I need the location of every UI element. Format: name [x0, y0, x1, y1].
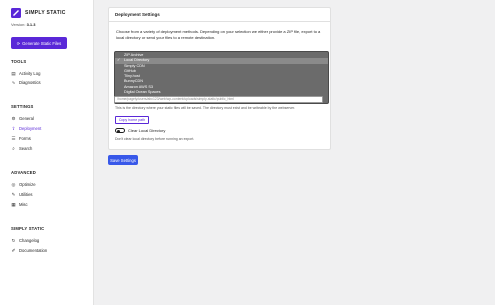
nav-diagnostics[interactable]: ∿ Diagnostics [11, 79, 41, 86]
migrate-icon: ⇪ [11, 125, 16, 131]
toggle-knob [117, 129, 120, 133]
nav-optimize[interactable]: ◎ Optimize [11, 181, 36, 188]
deployment-option[interactable]: Digital Ocean Spaces [115, 90, 328, 95]
deployment-option-label: Local Directory [124, 58, 150, 63]
nav-activity-log[interactable]: ▤ Activity Log [11, 70, 40, 77]
sidebar: SIMPLY STATIC Version: 3.1.3 ⟳ Generate … [0, 0, 94, 305]
update-icon: ↻ [11, 237, 16, 243]
grid-icon: ▦ [11, 201, 16, 207]
edit-icon: ✐ [11, 247, 16, 253]
panel-title: Deployment Settings [109, 8, 330, 22]
deployment-option-label: Digital Ocean Spaces [124, 90, 161, 95]
nav-utilities[interactable]: ✎ Utilities [11, 191, 33, 198]
section-simply-static: SIMPLY STATIC [11, 226, 45, 231]
local-directory-help: This is the directory where your static … [115, 106, 296, 110]
wrench-icon: ✎ [11, 191, 16, 197]
section-tools: TOOLS [11, 59, 27, 64]
deployment-option-label: Amazon AWS S3 [124, 84, 153, 89]
update-icon: ⟳ [16, 40, 21, 46]
copy-home-path-button[interactable]: Copy home path [115, 116, 149, 124]
generate-static-files-button[interactable]: ⟳ Generate Static Files [11, 37, 67, 49]
nav-forms[interactable]: ☰ Forms [11, 135, 30, 142]
clear-local-directory-help: Don't clear local directory before runni… [115, 137, 195, 141]
deployment-option-label: ZIP Archive [124, 53, 144, 57]
nav-deployment[interactable]: ⇪ Deployment [11, 125, 42, 132]
nav-general[interactable]: ⚙ General [11, 115, 33, 122]
simply-static-logo-icon [11, 8, 21, 18]
save-settings-button[interactable]: Save Settings [108, 155, 138, 165]
panel-description: Choose from a variety of deployment meth… [116, 29, 321, 40]
section-advanced: ADVANCED [11, 170, 37, 175]
clear-local-directory-toggle[interactable] [115, 128, 125, 133]
deployment-option-label: Simply CDN [124, 63, 145, 68]
deployment-option-label: BunnyCDN [124, 79, 143, 84]
nav-documentation[interactable]: ✐ Documentation [11, 247, 48, 254]
brand: SIMPLY STATIC [11, 8, 66, 18]
nav-search[interactable]: ⌕ Search [11, 146, 32, 151]
nav-misc[interactable]: ▦ Misc [11, 201, 27, 208]
gear-icon: ⚙ [11, 115, 16, 121]
deployment-option-label: Tiiny.host [124, 74, 140, 79]
deployment-option-label: GitHub [124, 68, 136, 73]
optimize-icon: ◎ [11, 181, 16, 187]
section-settings: SETTINGS [11, 104, 34, 109]
brand-name: SIMPLY STATIC [25, 10, 66, 16]
clear-local-directory-label: Clear Local Directory [128, 128, 166, 133]
forms-icon: ☰ [11, 135, 16, 141]
pulse-icon: ∿ [11, 79, 16, 85]
nav-changelog[interactable]: ↻ Changelog [11, 237, 40, 244]
search-icon: ⌕ [12, 146, 15, 151]
version-text: Version: 3.1.3 [11, 22, 36, 27]
chart-icon: ▤ [11, 70, 16, 76]
local-directory-path-input[interactable]: /home/pagely/users/abc123/web/wp-content… [114, 96, 323, 103]
